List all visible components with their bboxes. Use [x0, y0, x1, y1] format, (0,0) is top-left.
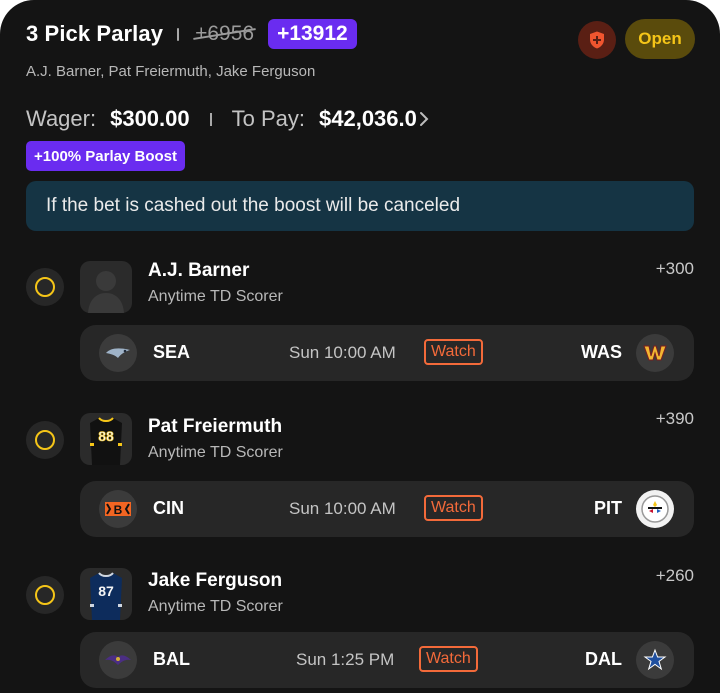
- away-team: BAL: [153, 649, 190, 669]
- home-team: WAS: [580, 342, 622, 362]
- steelers-logo-icon: [636, 490, 674, 528]
- game-time: Sun 10:00 AM: [289, 343, 396, 362]
- wager-label: Wager:: [26, 106, 97, 131]
- parlay-title: 3 Pick Parlay: [26, 21, 164, 46]
- leg-odds: +300: [655, 259, 694, 278]
- svg-text:88: 88: [98, 428, 114, 444]
- wager-row: Wager: $300.00 To Pay: $42,036.0: [26, 103, 429, 135]
- original-odds: +6956: [195, 22, 255, 45]
- player-name: A.J. Barner: [148, 260, 250, 281]
- leg-odds: +260: [655, 566, 694, 585]
- leg-radio[interactable]: [26, 576, 64, 614]
- player-avatar: 87: [80, 568, 132, 620]
- parlay-card: 3 Pick Parlay +6956 +13912 Open A.J. Bar…: [0, 0, 720, 693]
- player-name: Jake Ferguson: [148, 570, 283, 591]
- boosted-odds: +13912: [268, 19, 357, 49]
- leg-odds: +390: [655, 409, 694, 428]
- market-label: Anytime TD Scorer: [148, 598, 283, 615]
- market-label: Anytime TD Scorer: [148, 444, 283, 461]
- game-row: SEA Sun 10:00 AM Watch WAS: [80, 325, 694, 381]
- game-row: BAL Sun 1:25 PM Watch DAL: [80, 632, 694, 688]
- radio-unselected-icon: [35, 277, 55, 297]
- watch-button[interactable]: Watch: [419, 646, 478, 672]
- status-badge: Open: [625, 19, 695, 59]
- home-team: PIT: [593, 498, 622, 518]
- jersey-icon: 87: [90, 572, 122, 620]
- svg-text:B: B: [114, 503, 123, 517]
- game-time: Sun 1:25 PM: [296, 650, 395, 669]
- players-summary: A.J. Barner, Pat Freiermuth, Jake Fergus…: [26, 63, 316, 80]
- shield-plus-icon: [590, 31, 604, 49]
- parlay-boost-badge: +100% Parlay Boost: [26, 141, 185, 171]
- home-team: DAL: [585, 649, 622, 669]
- market-label: Anytime TD Scorer: [148, 288, 283, 305]
- title-row: 3 Pick Parlay +6956 +13912: [26, 16, 357, 52]
- leg-radio[interactable]: [26, 421, 64, 459]
- wager-value: $300.00: [110, 106, 190, 131]
- player-avatar: [80, 261, 132, 313]
- watch-button[interactable]: Watch: [424, 339, 483, 365]
- commanders-logo-icon: [636, 334, 674, 372]
- watch-button[interactable]: Watch: [424, 495, 483, 521]
- seahawks-logo-icon: [99, 334, 137, 372]
- divider: [209, 112, 212, 126]
- radio-unselected-icon: [35, 430, 55, 450]
- player-name: Pat Freiermuth: [148, 416, 283, 437]
- ravens-logo-icon: [99, 641, 137, 679]
- svg-text:87: 87: [98, 583, 114, 599]
- leg-radio[interactable]: [26, 268, 64, 306]
- bengals-logo-icon: B: [99, 490, 137, 528]
- jersey-icon: 88: [90, 417, 122, 465]
- radio-unselected-icon: [35, 585, 55, 605]
- game-time: Sun 10:00 AM: [289, 499, 396, 518]
- game-row: B CIN Sun 10:00 AM Watch PIT: [80, 481, 694, 537]
- away-team: SEA: [153, 342, 191, 362]
- divider: [177, 27, 180, 41]
- cowboys-star-icon: [636, 641, 674, 679]
- cashout-shield-button[interactable]: [578, 21, 616, 59]
- to-pay-value: $42,036.0: [319, 106, 417, 131]
- player-avatar: 88: [80, 413, 132, 465]
- to-pay-label: To Pay:: [231, 106, 305, 131]
- cashout-warning: If the bet is cashed out the boost will …: [26, 181, 694, 231]
- player-silhouette-icon: [88, 271, 124, 313]
- away-team: CIN: [153, 498, 184, 518]
- chevron-right-icon[interactable]: [419, 111, 429, 127]
